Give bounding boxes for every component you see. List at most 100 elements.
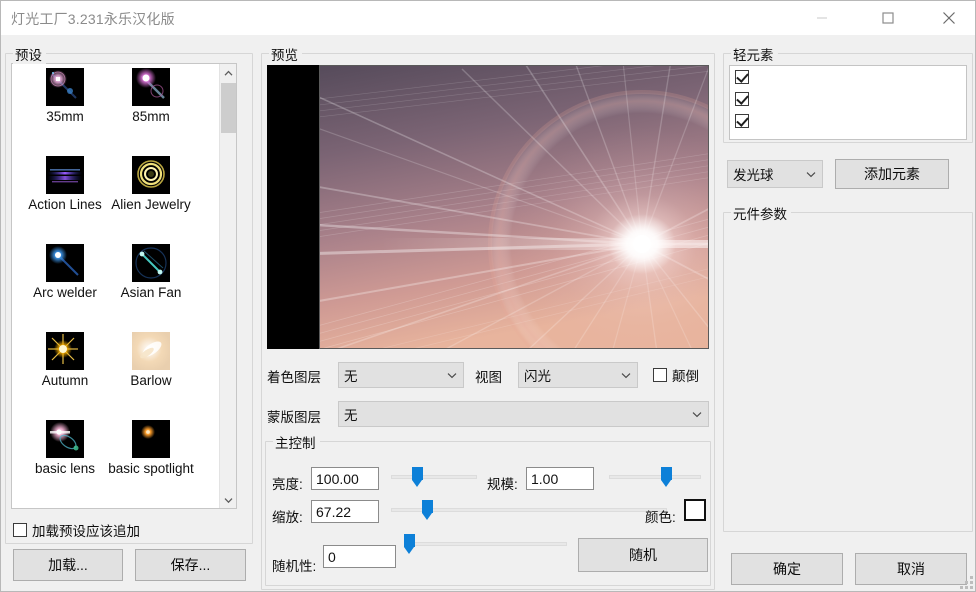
preset-item-label: Alien Jewelry bbox=[111, 197, 191, 212]
element-type-value: 发光球 bbox=[733, 168, 774, 183]
randomness-input[interactable]: 0 bbox=[323, 545, 396, 568]
chevron-down-icon bbox=[686, 411, 708, 418]
random-button[interactable]: 随机 bbox=[578, 538, 708, 572]
list-item[interactable] bbox=[730, 110, 966, 132]
light-factory-dialog: 灯光工厂3.231永乐汉化版 预设 35mm 85mm Action Lines Al… bbox=[0, 0, 976, 592]
ok-button[interactable]: 确定 bbox=[731, 553, 843, 585]
preset-thumbnail bbox=[132, 68, 170, 106]
preset-thumbnail bbox=[132, 244, 170, 282]
element-params-frame bbox=[723, 212, 973, 532]
preset-thumbnail bbox=[46, 420, 84, 458]
list-item[interactable] bbox=[730, 66, 966, 88]
preset-item[interactable]: basic lens bbox=[22, 420, 108, 477]
preset-item[interactable]: Autumn bbox=[22, 332, 108, 389]
light-elements-listbox[interactable] bbox=[729, 65, 967, 140]
preset-item[interactable]: Asian Fan bbox=[108, 244, 194, 301]
preset-item[interactable]: Arc welder bbox=[22, 244, 108, 301]
slider-thumb[interactable] bbox=[404, 534, 415, 554]
load-button[interactable]: 加载... bbox=[13, 549, 123, 581]
main-controls-label: 主控制 bbox=[273, 432, 320, 452]
preset-thumbnail bbox=[46, 332, 84, 370]
element-enabled-checkbox[interactable] bbox=[735, 70, 749, 84]
invert-label: 颠倒 bbox=[672, 369, 699, 384]
slider-thumb[interactable] bbox=[411, 467, 423, 487]
invert-checkbox[interactable] bbox=[653, 368, 667, 382]
slider-thumb[interactable] bbox=[421, 500, 433, 520]
view-label: 视图 bbox=[475, 370, 502, 385]
window-titlebar: 灯光工厂3.231永乐汉化版 bbox=[1, 1, 975, 35]
append-presets-checkbox-row[interactable]: 加载预设应该追加 bbox=[13, 520, 140, 540]
scrollbar-thumb[interactable] bbox=[221, 83, 236, 133]
invert-checkbox-row[interactable]: 颠倒 bbox=[653, 365, 699, 385]
chevron-up-icon bbox=[224, 65, 233, 80]
scale-input[interactable]: 1.00 bbox=[526, 467, 594, 490]
scale-slider[interactable] bbox=[609, 467, 701, 487]
chevron-down-icon bbox=[441, 372, 463, 379]
close-button[interactable] bbox=[926, 1, 972, 34]
color-label: 颜色: bbox=[645, 510, 676, 525]
preset-thumbnail bbox=[46, 244, 84, 282]
zoom-input[interactable]: 67.22 bbox=[311, 500, 379, 523]
preset-thumbnail bbox=[132, 156, 170, 194]
preview-letterbox bbox=[267, 65, 319, 349]
preset-item[interactable]: Alien Jewelry bbox=[108, 156, 194, 213]
light-elements-label: 轻元素 bbox=[731, 44, 778, 64]
tint-layer-value: 无 bbox=[344, 369, 358, 384]
slider-track bbox=[391, 475, 477, 479]
mask-layer-label: 蒙版图层 bbox=[267, 410, 321, 425]
window-title: 灯光工厂3.231永乐汉化版 bbox=[11, 11, 175, 27]
append-presets-label: 加载预设应该追加 bbox=[32, 524, 140, 539]
view-value: 闪光 bbox=[524, 369, 551, 384]
add-element-button[interactable]: 添加元素 bbox=[835, 159, 949, 189]
tint-layer-select[interactable]: 无 bbox=[338, 362, 464, 388]
element-enabled-checkbox[interactable] bbox=[735, 114, 749, 128]
zoom-label: 缩放: bbox=[272, 510, 303, 525]
element-enabled-checkbox[interactable] bbox=[735, 92, 749, 106]
preset-item-label: Barlow bbox=[130, 373, 172, 388]
preset-thumbnail bbox=[132, 332, 170, 370]
mask-layer-select[interactable]: 无 bbox=[338, 401, 709, 427]
scale-label: 规模: bbox=[487, 477, 518, 492]
list-item[interactable] bbox=[730, 88, 966, 110]
randomness-slider[interactable] bbox=[404, 534, 567, 554]
brightness-label: 亮度: bbox=[272, 477, 303, 492]
preset-item[interactable]: Action Lines bbox=[22, 156, 108, 213]
brightness-slider[interactable] bbox=[391, 467, 477, 487]
slider-thumb[interactable] bbox=[661, 467, 673, 487]
zoom-slider[interactable] bbox=[391, 500, 667, 520]
preset-listbox[interactable]: 35mm 85mm Action Lines Alien Jewelry Arc wel… bbox=[11, 63, 237, 509]
preset-item-label: Action Lines bbox=[28, 197, 102, 212]
preset-item-label: Asian Fan bbox=[120, 285, 182, 300]
preset-item[interactable]: 35mm bbox=[22, 68, 108, 125]
preset-thumbnail bbox=[46, 156, 84, 194]
scroll-down-button[interactable] bbox=[220, 491, 236, 508]
preview-group-label: 预览 bbox=[269, 44, 302, 64]
preset-item-label: 35mm bbox=[46, 109, 84, 124]
scroll-up-button[interactable] bbox=[220, 64, 236, 81]
preview-canvas[interactable] bbox=[267, 65, 709, 349]
preset-item-label: Arc welder bbox=[33, 285, 97, 300]
minimize-button[interactable] bbox=[799, 1, 845, 34]
view-select[interactable]: 闪光 bbox=[518, 362, 638, 388]
resize-grip[interactable] bbox=[959, 575, 973, 589]
append-presets-checkbox[interactable] bbox=[13, 523, 27, 537]
preview-flare-image bbox=[319, 65, 709, 349]
chevron-down-icon bbox=[615, 372, 637, 379]
element-params-label: 元件参数 bbox=[731, 203, 791, 223]
save-button[interactable]: 保存... bbox=[135, 549, 246, 581]
preset-item-label: basic spotlight bbox=[108, 461, 194, 476]
preset-item[interactable]: Barlow bbox=[108, 332, 194, 389]
mask-layer-value: 无 bbox=[344, 408, 358, 423]
cancel-button[interactable]: 取消 bbox=[855, 553, 967, 585]
color-swatch-button[interactable] bbox=[684, 499, 706, 521]
brightness-input[interactable]: 100.00 bbox=[311, 467, 379, 490]
preset-item[interactable]: basic spotlight bbox=[108, 420, 194, 477]
preset-item-label: basic lens bbox=[34, 461, 96, 476]
maximize-button[interactable] bbox=[865, 1, 911, 34]
element-type-select[interactable]: 发光球 bbox=[727, 160, 823, 188]
preset-item[interactable]: 85mm bbox=[108, 68, 194, 125]
preset-item-label: 85mm bbox=[132, 109, 170, 124]
preset-scrollbar[interactable] bbox=[219, 64, 236, 508]
slider-track bbox=[409, 542, 567, 546]
slider-track bbox=[609, 475, 701, 479]
